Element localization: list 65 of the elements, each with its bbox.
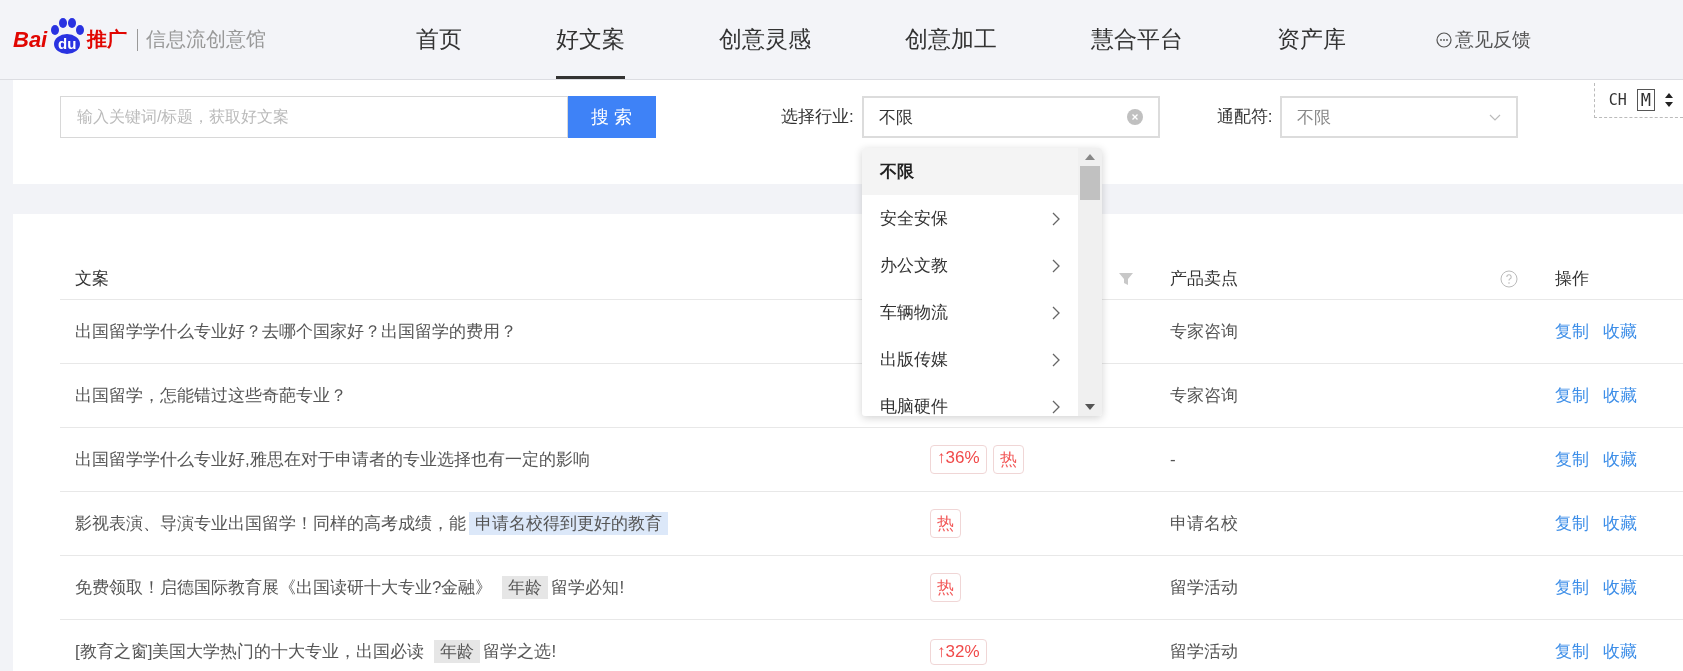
copy-text: 出国留学学什么专业好,雅思在对于申请者的专业选择也有一定的影响 [75,450,590,469]
scroll-thumb[interactable] [1079,166,1100,200]
logo-text: 推广 [87,27,128,52]
up-down-icon[interactable] [1665,92,1673,108]
hot-tag: 热 [992,445,1024,474]
trend-tag: ↑36% [930,445,987,474]
action-link[interactable]: 复制 [1555,448,1589,471]
action-link[interactable]: 复制 [1555,512,1589,535]
action-link[interactable]: 收藏 [1603,576,1637,599]
site-subtitle: 信息流创意馆 [146,27,267,52]
chat-bubble-icon [1436,31,1453,48]
nav-tab[interactable]: 创意灵感 [719,0,812,79]
search-button[interactable]: 搜 索 [568,96,656,138]
scroll-down-icon[interactable] [1084,404,1095,410]
table-cell: 留学活动 [1170,578,1238,597]
help-icon[interactable] [1500,269,1518,288]
nav-tab[interactable]: 资产库 [1277,0,1347,79]
ime-key[interactable]: M [1636,89,1655,111]
dropdown-option[interactable]: 车辆物流 [861,289,1078,336]
industry-select[interactable]: 不限 [861,96,1160,138]
field-label: 通配符: [1216,106,1273,128]
column-header: 产品卖点 [1170,268,1238,290]
table-cell: 留学活动 [1170,642,1238,661]
trend-tag: ↑32% [930,638,987,665]
dropdown-option[interactable]: 办公文教 [861,242,1078,289]
feedback-link[interactable]: 意见反馈 [1436,26,1532,53]
logo-text: Bai [13,26,48,53]
table-cell: 专家咨询 [1170,322,1238,341]
copy-text: 出国留学学什么专业好？去哪个国家好？出国留学的费用？ [75,322,517,341]
column-header: 文案 [74,268,110,290]
dropdown-option[interactable]: 电脑硬件 [861,383,1078,416]
filter-icon[interactable] [1119,271,1133,286]
ime-mode[interactable]: CH [1608,91,1627,109]
wildcard-select[interactable]: 不限 [1280,96,1519,138]
action-link[interactable]: 收藏 [1603,448,1637,471]
action-link[interactable]: 收藏 [1603,512,1637,535]
action-link[interactable]: 收藏 [1603,320,1637,343]
action-link[interactable]: 复制 [1555,576,1589,599]
scroll-up-icon[interactable] [1084,154,1095,160]
dropdown-option[interactable]: 不限 [861,148,1078,195]
scrollbar[interactable] [1077,148,1102,416]
copy-text: 出国留学，怎能错过这些奇葩专业？ [75,386,347,405]
clear-icon[interactable] [1126,109,1143,125]
field-label: 选择行业: [781,106,854,128]
copy-text: 影视表演、导演专业出国留学！同样的高考成绩，能 申请名校得到更好的教育 [75,514,668,533]
nav-tab[interactable]: 创意加工 [905,0,998,79]
dropdown-option[interactable]: 安全安保 [861,195,1078,242]
nav-tab[interactable]: 首页 [416,0,463,79]
table-cell: 申请名校 [1170,514,1238,533]
action-link[interactable]: 复制 [1555,384,1589,407]
action-link[interactable]: 收藏 [1603,384,1637,407]
action-link[interactable]: 复制 [1555,320,1589,343]
action-link[interactable]: 收藏 [1603,640,1637,663]
copy-text: [教育之窗]美国大学热门的十大专业，出国必读 年龄 留学之选! [75,642,557,661]
dropdown-option[interactable]: 出版传媒 [861,336,1078,383]
column-header: 操作 [1554,268,1590,290]
hot-tag: 热 [930,573,961,602]
copy-text: 免费领取！启德国际教育展《出国读研十大专业?金融》 年龄 留学必知! [75,578,625,597]
action-link[interactable]: 复制 [1555,640,1589,663]
table-cell: 专家咨询 [1170,386,1238,405]
caret-icon [1489,113,1502,121]
nav-tab[interactable]: 慧合平台 [1091,0,1184,79]
search-field[interactable]: 输入关键词/标题，获取好文案 [60,96,568,138]
table-cell: - [1170,449,1176,469]
hot-tag: 热 [930,509,961,538]
